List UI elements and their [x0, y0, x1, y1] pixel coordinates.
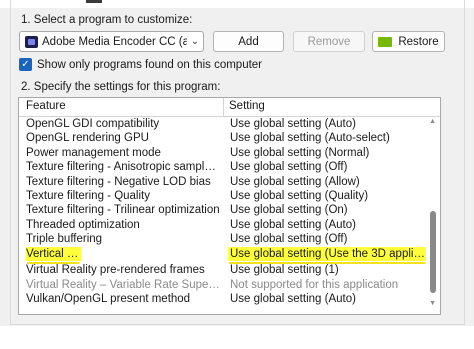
feature-cell: Texture filtering - Negative LOD bias [26, 175, 211, 188]
top-strip-mark [86, 0, 102, 3]
table-row[interactable]: Texture filtering - Negative LOD bias Us… [19, 175, 429, 189]
table-row[interactable]: Texture filtering - Anisotropic sample o… [19, 160, 429, 174]
feature-cell: OpenGL GDI compatibility [26, 118, 160, 130]
setting-cell: Use global setting (Off) [230, 233, 348, 246]
chevron-down-icon: ⌄ [190, 36, 200, 47]
table-row[interactable]: OpenGL rendering GPU Use global setting … [19, 131, 429, 145]
setting-cell: Not supported for this application [230, 278, 399, 291]
add-button[interactable]: Add [213, 31, 284, 52]
scrollbar-thumb[interactable] [430, 211, 436, 293]
feature-cell: Virtual Reality pre-rendered frames [26, 264, 205, 277]
feature-cell: OpenGL rendering GPU [26, 132, 149, 145]
table-row[interactable]: OpenGL GDI compatibility Use global sett… [19, 117, 429, 131]
checkbox-label: Show only programs found on this compute… [37, 58, 263, 71]
feature-cell: Threaded optimization [26, 218, 140, 231]
setting-cell: Use global setting (Normal) [230, 146, 370, 159]
feature-cell: Texture filtering - Anisotropic sample o… [26, 161, 220, 174]
show-only-found-programs[interactable]: ✓ Show only programs found on this compu… [19, 58, 262, 71]
restore-button-label: Restore [398, 35, 439, 48]
adobe-media-encoder-icon [25, 35, 38, 48]
add-button-label: Add [238, 35, 259, 48]
feature-cell: Triple buffering [26, 233, 103, 246]
feature-cell: Texture filtering - Trilinear optimizati… [26, 204, 220, 217]
table-row[interactable]: Texture filtering - Quality Use global s… [19, 189, 429, 203]
remove-button-label: Remove [307, 35, 351, 48]
setting-cell: Use global setting (On) [230, 204, 348, 217]
list-header: Feature Setting [19, 98, 440, 117]
restore-button[interactable]: Restore [372, 31, 445, 52]
table-row[interactable]: Virtual Reality – Variable Rate Super Sa… [19, 278, 429, 292]
bottom-band [0, 326, 474, 349]
table-row[interactable]: Virtual Reality pre-rendered frames Use … [19, 263, 429, 277]
setting-cell: Use global setting (Quality) [230, 190, 369, 202]
setting-cell: Use global setting (Allow) [230, 175, 360, 188]
table-row[interactable]: Power management mode Use global setting… [19, 146, 429, 160]
program-select-value: Adobe Media Encoder CC (adob... [42, 35, 187, 48]
column-header-feature[interactable]: Feature [26, 100, 66, 112]
feature-cell: Power management mode [26, 146, 161, 159]
setting-cell: Use global setting (Auto) [230, 293, 356, 306]
table-row[interactable]: Triple buffering Use global setting (Off… [19, 232, 429, 246]
table-row[interactable]: Vulkan/OpenGL present method Use global … [19, 292, 429, 306]
setting-cell: Use global setting (Off) [230, 161, 348, 174]
feature-cell: Vulkan/OpenGL present method [26, 293, 191, 306]
feature-cell: Virtual Reality – Variable Rate Super Sa… [26, 278, 220, 291]
column-separator[interactable] [223, 98, 224, 116]
setting-cell: Use global setting (Auto) [230, 118, 356, 130]
table-row[interactable]: Threaded optimization Use global setting… [19, 218, 429, 232]
step1-label: 1. Select a program to customize: [21, 14, 193, 26]
setting-cell: Use global setting (Use the 3D applicati… [228, 246, 426, 261]
top-strip [0, 0, 474, 8]
step2-label: 2. Specify the settings for this program… [21, 81, 221, 93]
remove-button[interactable]: Remove [293, 31, 365, 52]
scroll-down-icon[interactable]: ▼ [429, 300, 436, 307]
column-header-setting[interactable]: Setting [229, 100, 265, 112]
setting-cell: Use global setting (Auto-select) [230, 132, 390, 145]
setting-cell: Use global setting (Auto) [230, 218, 356, 231]
checkbox-checked-icon[interactable]: ✓ [19, 58, 32, 71]
scroll-up-icon[interactable]: ▲ [429, 118, 436, 125]
program-select[interactable]: Adobe Media Encoder CC (adob... ⌄ [19, 31, 204, 52]
settings-list[interactable]: Feature Setting OpenGL GDI compatibility… [18, 97, 441, 315]
table-row[interactable]: Texture filtering - Trilinear optimizati… [19, 203, 429, 217]
feature-cell: Texture filtering - Quality [26, 190, 150, 202]
table-row-highlighted[interactable]: Vertical sync Use global setting (Use th… [19, 246, 429, 261]
setting-cell: Use global setting (1) [230, 264, 339, 277]
nvidia-icon [378, 36, 393, 47]
feature-cell: Vertical sync [26, 246, 81, 261]
